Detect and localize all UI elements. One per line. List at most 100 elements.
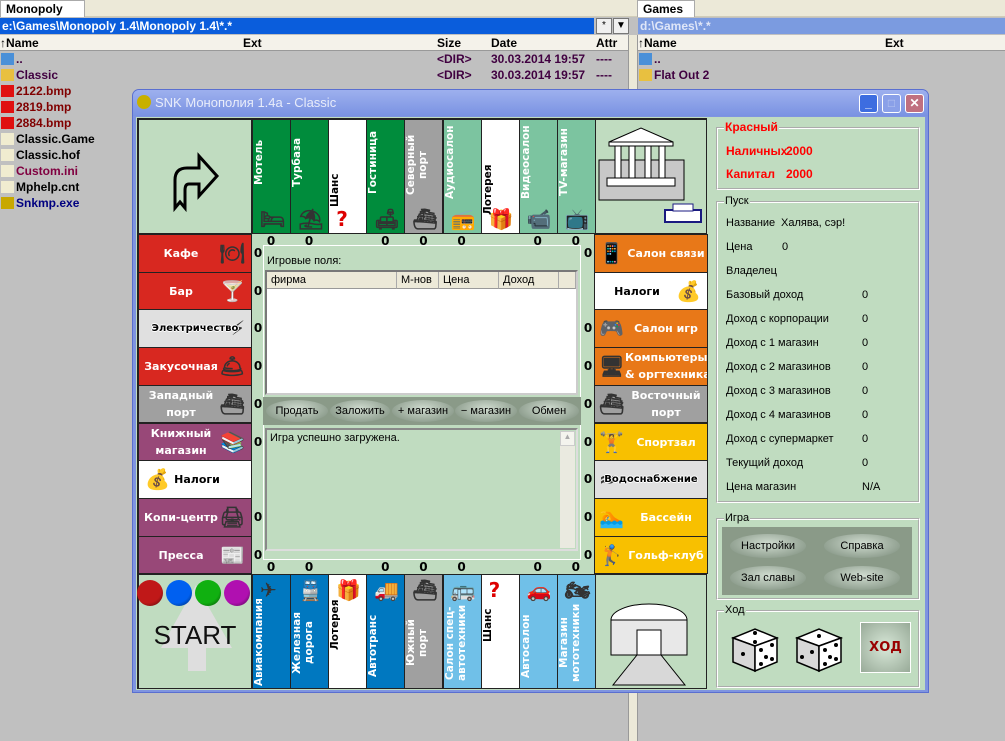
board-cell-bottom[interactable]: ? Шанс	[480, 574, 520, 689]
board-cell-right[interactable]: 💰 Налоги	[594, 271, 708, 311]
board-cell-bottom[interactable]: ⛴ Южный порт	[404, 574, 444, 689]
turn-button[interactable]: ХОД	[860, 622, 911, 673]
board-cell-top[interactable]: 🎁 Лотерея	[480, 119, 520, 234]
mortgage-button[interactable]: Заложить	[330, 400, 390, 422]
board-cell-right[interactable]: 🏊 Бассейн	[594, 497, 708, 537]
cell-icon: 🍸	[220, 278, 245, 303]
col-firm[interactable]: фирма	[267, 272, 397, 289]
board-cell-top[interactable]: ⛴ Северный порт	[404, 119, 444, 234]
remove-shop-button[interactable]: − магазин	[455, 400, 517, 422]
col-attr[interactable]: Attr	[596, 35, 617, 51]
col-shops[interactable]: М-нов	[397, 272, 439, 289]
col-name[interactable]: ↑Name	[0, 35, 39, 51]
board-cell-top[interactable]: ? Шанс	[328, 119, 368, 234]
col-size[interactable]: Size	[437, 35, 461, 51]
right-path-bar[interactable]: d:\Games\*.*	[638, 18, 1005, 34]
board-cell-left[interactable]: 💰 Налоги	[138, 460, 252, 499]
cell-label: Салон спец- автотехники	[443, 604, 468, 682]
left-path-bar[interactable]: e:\Games\Monopoly 1.4\Monopoly 1.4\*.*	[0, 18, 594, 34]
board-cell-right[interactable]: ≈ Водоснабжение	[594, 460, 708, 499]
board-cell-bottom[interactable]: 🏍 Магазин мототехники	[556, 574, 596, 689]
board-cell-left[interactable]: ⛴ Западный порт	[138, 384, 252, 424]
tab-right-panel[interactable]: Games	[637, 0, 695, 17]
file-row[interactable]: .. <DIR> 30.03.2014 19:57 ----	[0, 51, 628, 67]
file-row[interactable]: Flat Out 2	[638, 67, 1005, 83]
player-token[interactable]	[195, 580, 221, 606]
corner-stadium[interactable]	[594, 574, 707, 689]
board-cell-right[interactable]: 📱 Салон связи	[594, 234, 708, 273]
board-cell-top[interactable]: 📹 Видеосалон	[518, 119, 558, 234]
board-cell-top[interactable]: 🛏 Мотель	[252, 119, 292, 234]
die-icon	[730, 628, 780, 673]
board-cell-right[interactable]: 🎮 Салон игр	[594, 309, 708, 349]
board-cell-left[interactable]: 📰 Пресса	[138, 535, 252, 575]
up-dir-icon	[1, 53, 14, 65]
player-info-group: Красный Наличных 2000 Капитал 2000	[716, 120, 920, 190]
file-size: <DIR>	[437, 68, 472, 82]
board-cell-bottom[interactable]: ✈ Авиакомпания	[252, 574, 292, 689]
hall-of-fame-button[interactable]: Зал славы	[730, 566, 806, 590]
col-name[interactable]: ↑Name	[638, 35, 677, 51]
board-cell-right[interactable]: ⛴ Восточный порт	[594, 384, 708, 424]
sell-button[interactable]: Продать	[266, 400, 328, 422]
board-cell-bottom[interactable]: 🚗 Автосалон	[518, 574, 558, 689]
file-attr: ----	[596, 52, 612, 66]
help-button[interactable]: Справка	[824, 534, 900, 558]
cell-shop-count: 0	[571, 560, 580, 574]
trade-button[interactable]: Обмен	[519, 400, 579, 422]
info-label: Доход с 1 магазин	[726, 337, 819, 349]
board-cell-right[interactable]: 🏋 Спортзал	[594, 422, 708, 462]
col-date[interactable]: Date	[491, 35, 517, 51]
cell-label: Аудиосалон	[443, 125, 456, 199]
col-ext[interactable]: Ext	[885, 35, 904, 51]
player-token[interactable]	[137, 580, 163, 606]
corner-go-to[interactable]	[138, 119, 252, 234]
favorites-button[interactable]: *	[596, 18, 612, 34]
board-cell-left[interactable]: 📚 Книжный магазин	[138, 422, 252, 462]
history-dropdown-button[interactable]: ▼	[613, 18, 629, 34]
corner-police[interactable]	[594, 119, 707, 234]
board-cell-left[interactable]: 🍽 Кафе	[138, 234, 252, 273]
board-cell-top[interactable]: 🛋 Гостиница	[366, 119, 406, 234]
capital-label: Капитал	[726, 167, 775, 181]
board-cell-right[interactable]: 🖥 Компьютеры & оргтехника	[594, 347, 708, 386]
cell-shop-count: 0	[583, 509, 593, 524]
scroll-up-icon[interactable]: ▲	[560, 431, 575, 446]
file-row[interactable]: Classic <DIR> 30.03.2014 19:57 ----	[0, 67, 628, 83]
board-cell-bottom[interactable]: 🎁 Лотерея	[328, 574, 368, 689]
cell-shop-count: 0	[583, 472, 593, 487]
board-cell-right[interactable]: 🏌 Гольф-клуб	[594, 535, 708, 575]
col-price[interactable]: Цена	[439, 272, 499, 289]
info-value: 0	[862, 385, 869, 397]
board-cell-bottom[interactable]: 🚌 Салон спец- автотехники	[442, 574, 482, 689]
board-cell-left[interactable]: 🍸 Бар	[138, 271, 252, 311]
minimize-button[interactable]: _	[859, 94, 878, 113]
board-cell-bottom[interactable]: 🚆 Железная дорога	[290, 574, 330, 689]
cell-label: Восточный порт	[631, 388, 701, 419]
close-button[interactable]: ✕	[905, 94, 924, 113]
board-cell-top[interactable]: 📺 TV-магазин	[556, 119, 596, 234]
title-bar[interactable]: SNK Монополия 1.4а - Classic	[133, 90, 928, 116]
player-token[interactable]	[224, 580, 250, 606]
field-actions: Продать Заложить + магазин − магазин Обм…	[263, 397, 581, 425]
cell-label: Электричество	[151, 323, 239, 335]
settings-button[interactable]: Настройки	[730, 534, 806, 558]
board-cell-top[interactable]: 📻 Аудиосалон	[442, 119, 482, 234]
file-row[interactable]: ..	[638, 51, 1005, 67]
log-scrollbar[interactable]: ▲	[560, 431, 575, 548]
board-cell-left[interactable]: ⚡ Электричество	[138, 309, 252, 349]
cell-label: Закусочная	[144, 360, 218, 374]
board-cell-bottom[interactable]: 🚚 Автотранс	[366, 574, 406, 689]
add-shop-button[interactable]: + магазин	[392, 400, 454, 422]
info-value: 0	[862, 361, 869, 373]
player-token[interactable]	[166, 580, 192, 606]
fields-table[interactable]: фирма М-нов Цена Доход	[265, 270, 578, 395]
col-income[interactable]: Доход	[499, 272, 559, 289]
tab-left-panel[interactable]: Monopoly 1.4	[0, 0, 85, 30]
game-log[interactable]: Игра успешно загружена. ▲	[265, 428, 578, 551]
board-cell-top[interactable]: ⛱ Турбаза	[290, 119, 330, 234]
website-button[interactable]: Web-site	[824, 566, 900, 590]
col-ext[interactable]: Ext	[243, 35, 262, 51]
board-cell-left[interactable]: 🛎 Закусочная	[138, 347, 252, 386]
board-cell-left[interactable]: 🖨 Копи-центр	[138, 497, 252, 537]
